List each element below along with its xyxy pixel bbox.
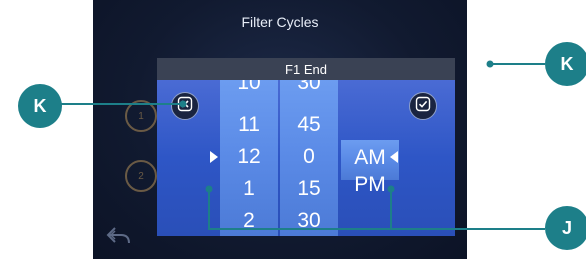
callout-k-right-label: K — [560, 53, 574, 74]
callout-k-right: K — [545, 42, 586, 86]
callout-k-left-label: K — [33, 95, 47, 116]
callout-j: J — [545, 206, 586, 250]
callout-k-left: K — [18, 84, 62, 128]
callout-lines — [44, 60, 545, 230]
callout-j-label: J — [561, 217, 572, 238]
